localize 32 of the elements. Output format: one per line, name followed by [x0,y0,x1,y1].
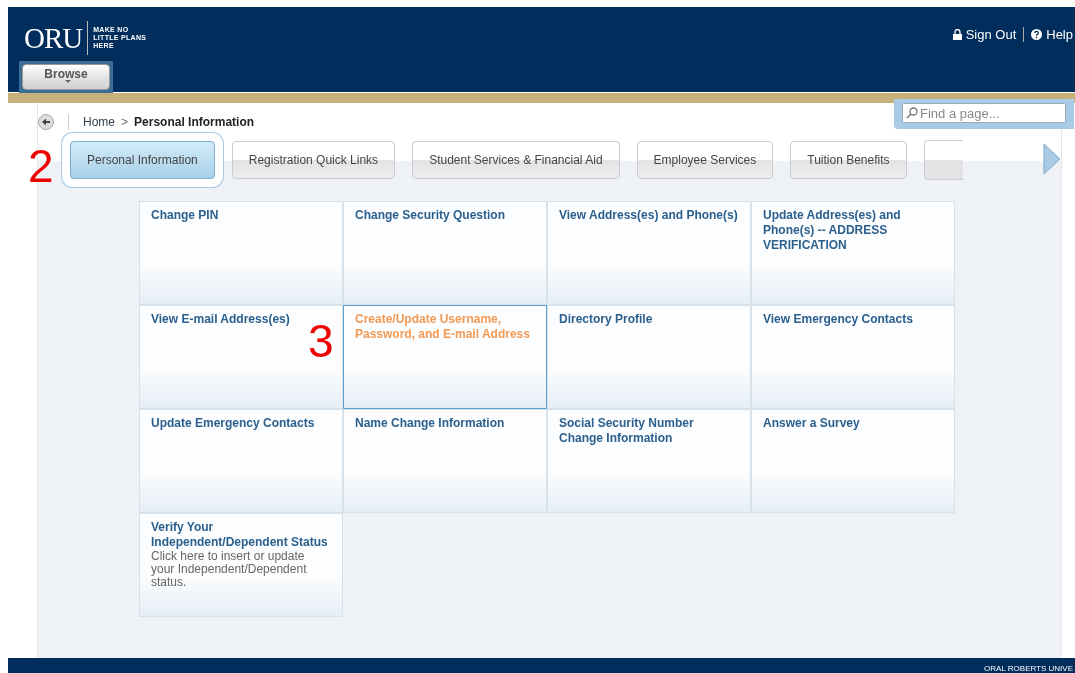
search-icon [906,107,918,119]
menu-tile[interactable]: Update Emergency Contacts [139,409,343,513]
tab[interactable]: Student Services & Financial Aid [412,141,620,179]
menu-tile[interactable]: View Address(es) and Phone(s) [547,201,751,305]
logo[interactable]: ORU [24,21,89,55]
search-field[interactable]: Find a page... [902,103,1066,123]
menu-tile[interactable]: Answer a Survey [751,409,955,513]
browse-button[interactable]: Browse [22,64,110,90]
menu-tile[interactable]: Social Security Number Change Information [547,409,751,513]
tab[interactable]: Tuition Benefits [790,141,907,179]
footer-text: ORAL ROBERTS UNIVE [984,664,1074,673]
annotation-number: 3 [308,318,334,364]
menu-tile[interactable]: Directory Profile [547,305,751,409]
back-button[interactable] [38,114,54,130]
lock-icon [952,29,962,40]
help-link[interactable]: Help [1031,27,1073,42]
breadcrumb-separator: > [121,115,129,129]
tab[interactable]: Registration Quick Links [231,141,396,179]
menu-tile[interactable]: Name Change Information [343,409,547,513]
home-link[interactable]: Home [83,115,115,129]
help-icon [1031,29,1043,40]
annotation-number: 2 [28,143,54,189]
sign-out-link[interactable]: Sign Out [952,27,1017,42]
menu-tile[interactable]: Update Address(es) and Phone(s) -- ADDRESS VERIFICATION [751,201,955,305]
menu-tile[interactable]: Verify Your Independent/Dependent Status Click here to insert or update your Independent/Dependent status. [139,513,343,617]
menu-tile[interactable]: View Emergency Contacts [751,305,955,409]
tab[interactable]: Employee Services [636,141,774,179]
menu-tile[interactable]: Change PIN [139,201,343,305]
tab[interactable] [923,140,963,180]
current-page: Personal Information [134,115,255,129]
menu-tile[interactable]: Change Security Question [343,201,547,305]
next-arrow-icon[interactable] [1043,143,1061,175]
